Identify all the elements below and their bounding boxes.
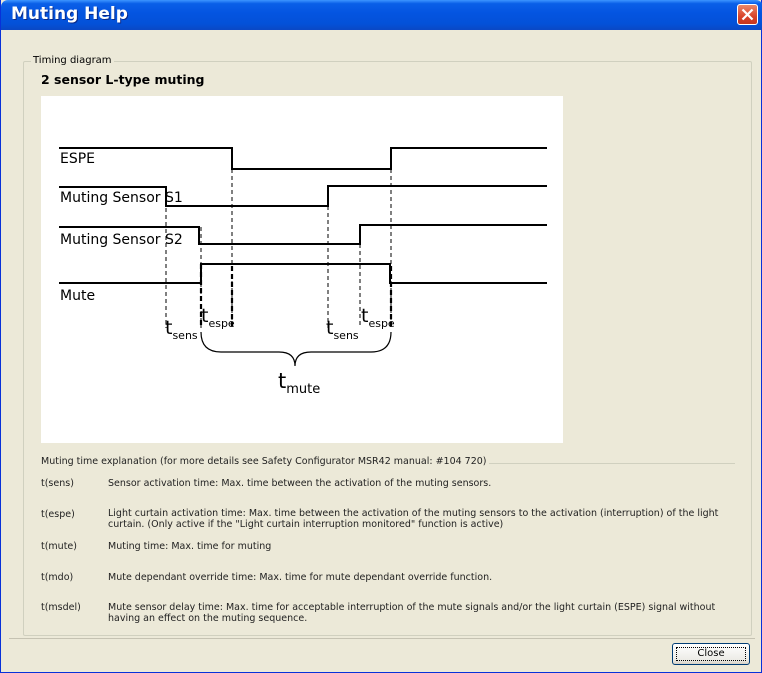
waveform-mute (59, 263, 547, 284)
timing-diagram-svg: ESPE Muting Sensor S1 Muting Sensor S2 M… (59, 147, 547, 397)
label-tsens-1: tsens (165, 317, 198, 342)
term-t-msdel: t(msdel) (41, 602, 81, 613)
muting-help-window: Muting Help Timing diagram 2 sensor L-ty… (0, 0, 762, 673)
desc-t-espe: Light curtain activation time: Max. time… (108, 508, 719, 530)
signal-label-s2: Muting Sensor S2 (60, 232, 183, 248)
title-bar[interactable]: Muting Help (1, 0, 762, 30)
desc-t-mute: Muting time: Max. time for muting (108, 541, 272, 552)
window-close-button[interactable] (737, 4, 758, 25)
desc-t-msdel: Mute sensor delay time: Max. time for ac… (108, 602, 716, 624)
term-t-sens: t(sens) (41, 478, 74, 489)
window-title: Muting Help (11, 4, 128, 24)
waveform-espe (59, 147, 547, 170)
desc-t-sens: Sensor activation time: Max. time betwee… (108, 478, 492, 489)
label-tespe-1: tespe (201, 305, 235, 330)
signal-label-mute: Mute (60, 288, 95, 304)
term-t-mute: t(mute) (41, 541, 77, 552)
close-button[interactable]: Close (672, 643, 750, 665)
focus-rectangle (676, 647, 746, 661)
label-tespe-2: tespe (361, 305, 395, 330)
timing-diagram: ESPE Muting Sensor S1 Muting Sensor S2 M… (41, 96, 563, 443)
footer-separator (9, 638, 755, 639)
label-tmute: tmute (278, 369, 320, 397)
group-legend: Timing diagram (31, 55, 114, 66)
mute-brace (200, 331, 392, 367)
term-t-espe: t(espe) (41, 509, 75, 520)
signal-label-espe: ESPE (60, 151, 95, 167)
label-tsens-2: tsens (326, 317, 359, 342)
diagram-title: 2 sensor L-type muting (41, 72, 205, 87)
close-icon (741, 8, 754, 21)
explanation-header: Muting time explanation (for more detail… (41, 456, 489, 467)
signal-label-s1: Muting Sensor S1 (60, 190, 183, 206)
term-t-mdo: t(mdo) (41, 572, 74, 583)
desc-t-mdo: Mute dependant override time: Max. time … (108, 572, 493, 583)
